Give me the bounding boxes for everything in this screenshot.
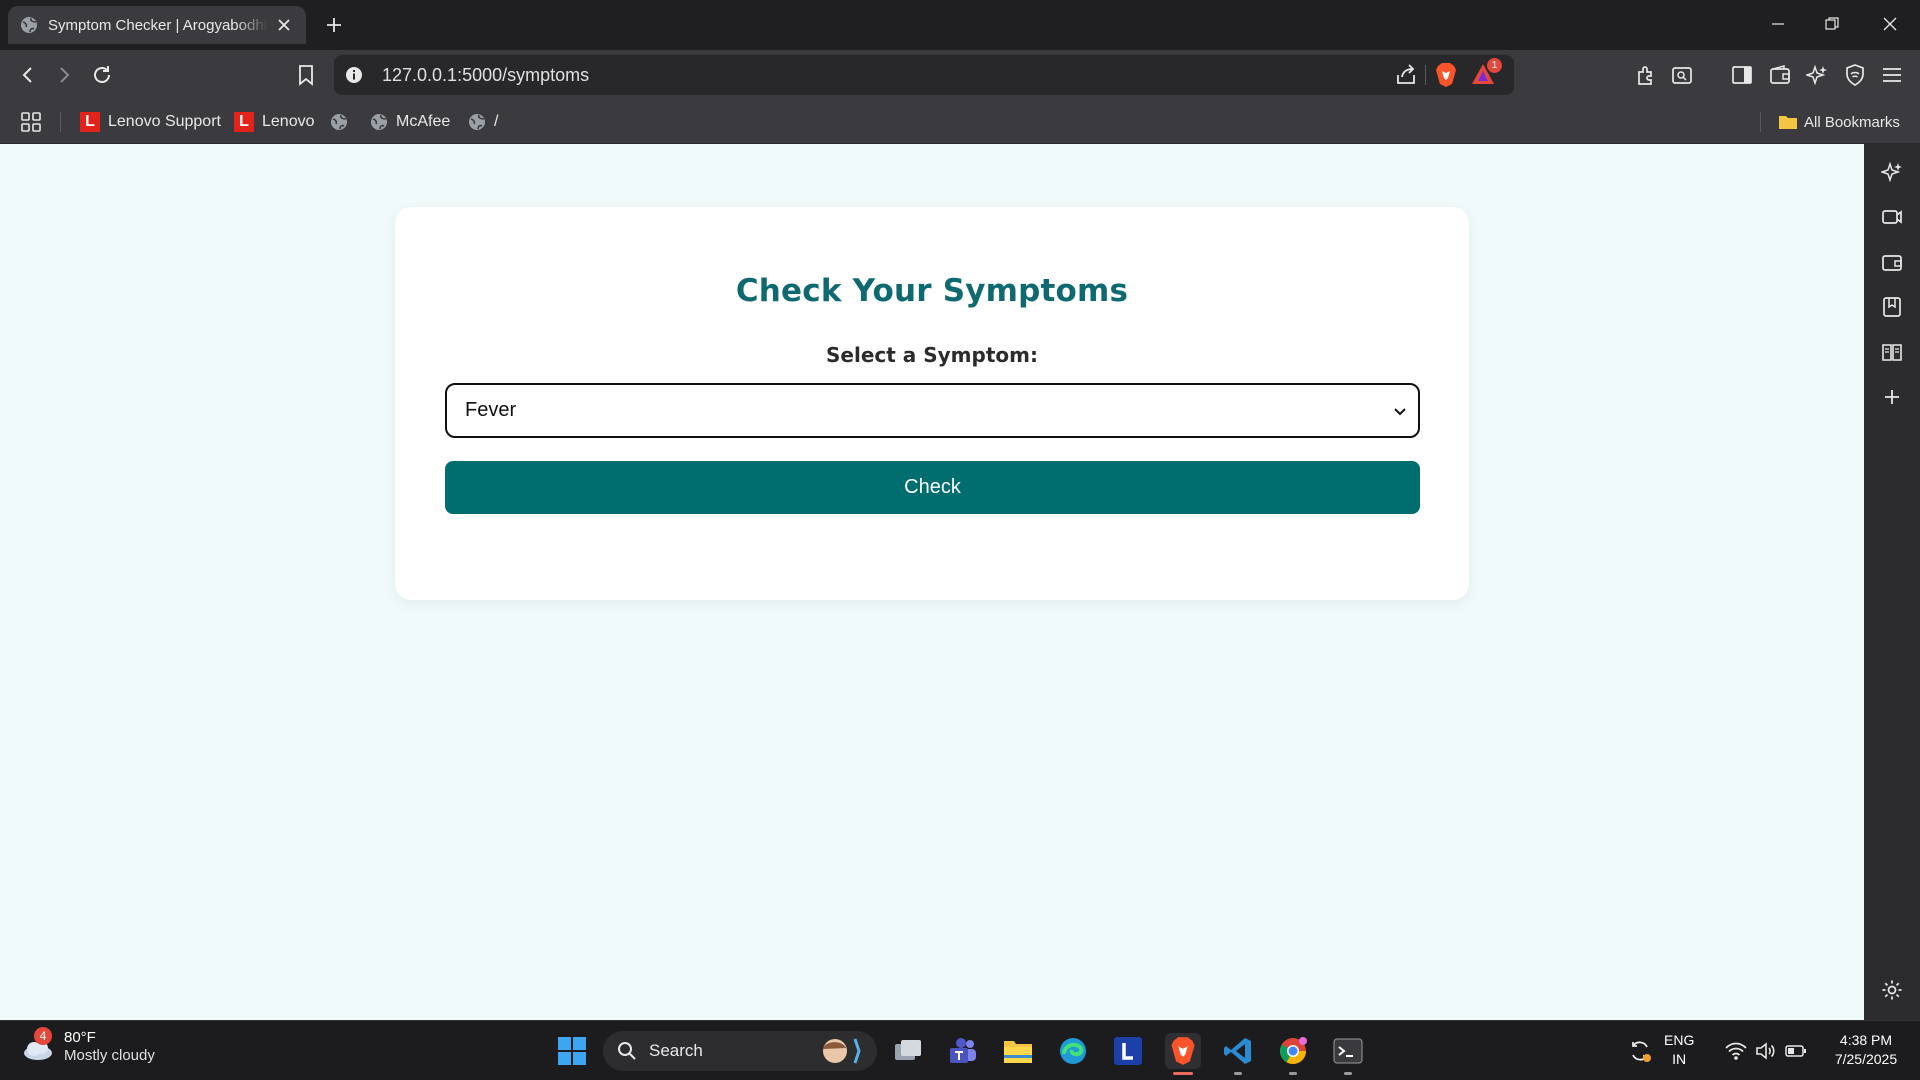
restore-icon[interactable] — [1820, 12, 1844, 36]
all-bookmarks-label: All Bookmarks — [1804, 113, 1900, 131]
weather-widget[interactable]: 4 80°F Mostly cloudy — [20, 1027, 155, 1065]
lenovo-icon: L — [234, 112, 254, 132]
bookmark-lenovo-support[interactable]: L Lenovo Support — [80, 108, 221, 136]
gear-icon[interactable] — [1880, 978, 1904, 1002]
weather-desc: Mostly cloudy — [64, 1047, 155, 1064]
globe-icon — [468, 113, 486, 131]
time-text: 4:38 PM — [1839, 1032, 1893, 1048]
leo-ai-icon[interactable] — [1803, 61, 1831, 89]
bookmark-label: Lenovo — [262, 113, 315, 130]
rewards-badge: 1 — [1487, 58, 1502, 73]
tab-symptom-checker[interactable]: Symptom Checker | Arogyabodhi — [8, 6, 306, 44]
chevron-down-icon — [1392, 403, 1408, 419]
chrome-icon[interactable] — [1275, 1033, 1311, 1075]
lenovo-icon: L — [80, 112, 100, 132]
date-text: 7/25/2025 — [1834, 1051, 1898, 1067]
symptom-select-label: Select a Symptom: — [826, 343, 1038, 367]
address-bar[interactable]: 127.0.0.1:5000/symptoms 1 — [334, 55, 1514, 95]
new-tab-plus-icon[interactable] — [322, 13, 346, 37]
bookmarks-panel-icon[interactable] — [1880, 295, 1904, 319]
bookmark-label: McAfee — [396, 113, 451, 130]
lenovo-vantage-icon[interactable] — [1110, 1033, 1146, 1069]
region-code: IN — [1672, 1051, 1687, 1067]
selected-symptom: Fever — [465, 399, 517, 421]
brave-browser-icon[interactable] — [1165, 1033, 1201, 1075]
bookmark-mcafee[interactable]: McAfee — [370, 108, 450, 136]
site-info-icon[interactable] — [344, 65, 364, 85]
battery-icon[interactable] — [1778, 1033, 1814, 1069]
window-close-icon[interactable] — [1878, 12, 1902, 36]
lang-code: ENG — [1664, 1032, 1695, 1048]
add-panel-plus-icon[interactable] — [1880, 385, 1904, 409]
folder-icon — [1778, 113, 1798, 131]
divider — [60, 112, 61, 132]
symptom-select[interactable]: Fever — [445, 383, 1420, 438]
reading-list-icon[interactable] — [1880, 340, 1904, 364]
task-view-icon[interactable] — [890, 1033, 926, 1069]
running-app-indicator — [1234, 1072, 1242, 1075]
tab-strip: Symptom Checker | Arogyabodhi — [0, 0, 1920, 50]
symptom-card: Check Your Symptoms Select a Symptom: Fe… — [395, 207, 1469, 600]
wallet-icon[interactable] — [1766, 61, 1794, 89]
bookmark-label: / — [494, 113, 499, 130]
leo-ai-icon[interactable] — [1880, 160, 1904, 184]
weather-alert-badge: 4 — [34, 1027, 52, 1045]
globe-icon — [370, 113, 388, 131]
page-title: Check Your Symptoms — [735, 273, 1129, 309]
teams-icon[interactable] — [945, 1033, 981, 1069]
bookmark-untitled[interactable] — [330, 108, 356, 136]
extensions-icon[interactable] — [1632, 61, 1660, 89]
bookmark-label: Lenovo Support — [108, 113, 221, 130]
browser-sidebar — [1864, 144, 1920, 1020]
tab-title: Symptom Checker | Arogyabodhi — [48, 16, 268, 34]
check-button[interactable]: Check — [445, 461, 1420, 514]
terminal-icon[interactable] — [1330, 1033, 1366, 1075]
apps-grid-icon[interactable] — [20, 108, 42, 136]
search-icon — [617, 1041, 637, 1061]
search-label: Search — [649, 1041, 703, 1060]
minimize-icon[interactable] — [1766, 12, 1790, 36]
back-icon[interactable] — [14, 61, 42, 89]
taskbar-search[interactable]: Search — [603, 1031, 877, 1071]
url-text[interactable]: 127.0.0.1:5000/symptoms — [382, 65, 589, 86]
search-highlight-icon — [815, 1035, 867, 1067]
divider — [1760, 112, 1761, 132]
language-indicator[interactable]: ENG IN — [1664, 1031, 1694, 1069]
reload-icon[interactable] — [88, 61, 116, 89]
menu-icon[interactable] — [1878, 61, 1906, 89]
bookmark-lenovo[interactable]: L Lenovo — [234, 108, 315, 136]
share-icon[interactable] — [1394, 63, 1418, 87]
file-explorer-icon[interactable] — [1000, 1033, 1036, 1069]
media-search-icon[interactable] — [1668, 61, 1696, 89]
all-bookmarks[interactable]: All Bookmarks — [1778, 108, 1900, 136]
close-icon[interactable] — [274, 15, 294, 35]
globe-icon — [20, 16, 38, 34]
active-app-indicator — [1173, 1072, 1193, 1075]
edge-icon[interactable] — [1055, 1033, 1091, 1069]
running-app-indicator — [1289, 1072, 1297, 1075]
brave-rewards-icon[interactable]: 1 — [1470, 58, 1502, 88]
vpn-shield-icon[interactable] — [1841, 61, 1869, 89]
forward-icon[interactable] — [50, 61, 78, 89]
weather-temp: 80°F — [64, 1029, 96, 1046]
bookmark-icon[interactable] — [292, 61, 320, 89]
browser-toolbar: 127.0.0.1:5000/symptoms 1 — [0, 50, 1920, 100]
vscode-icon[interactable] — [1220, 1033, 1256, 1075]
windows-taskbar: 4 80°F Mostly cloudy Search ENG IN 4:38 … — [0, 1020, 1920, 1080]
sync-update-icon[interactable] — [1622, 1033, 1658, 1069]
cloud-icon: 4 — [20, 1027, 56, 1065]
globe-icon — [330, 113, 348, 131]
bookmark-root[interactable]: / — [468, 108, 498, 136]
talk-video-icon[interactable] — [1880, 205, 1904, 229]
wallet-icon[interactable] — [1880, 250, 1904, 274]
windows-start-icon[interactable] — [554, 1033, 590, 1069]
bookmarks-bar: L Lenovo Support L Lenovo McAfee / All B… — [0, 100, 1920, 144]
sidebar-toggle-icon[interactable] — [1728, 61, 1756, 89]
divider — [1425, 65, 1426, 85]
brave-shields-icon[interactable] — [1434, 62, 1458, 88]
page-content: Check Your Symptoms Select a Symptom: Fe… — [0, 144, 1864, 1020]
running-app-indicator — [1344, 1072, 1352, 1075]
clock[interactable]: 4:38 PM 7/25/2025 — [1826, 1031, 1906, 1069]
